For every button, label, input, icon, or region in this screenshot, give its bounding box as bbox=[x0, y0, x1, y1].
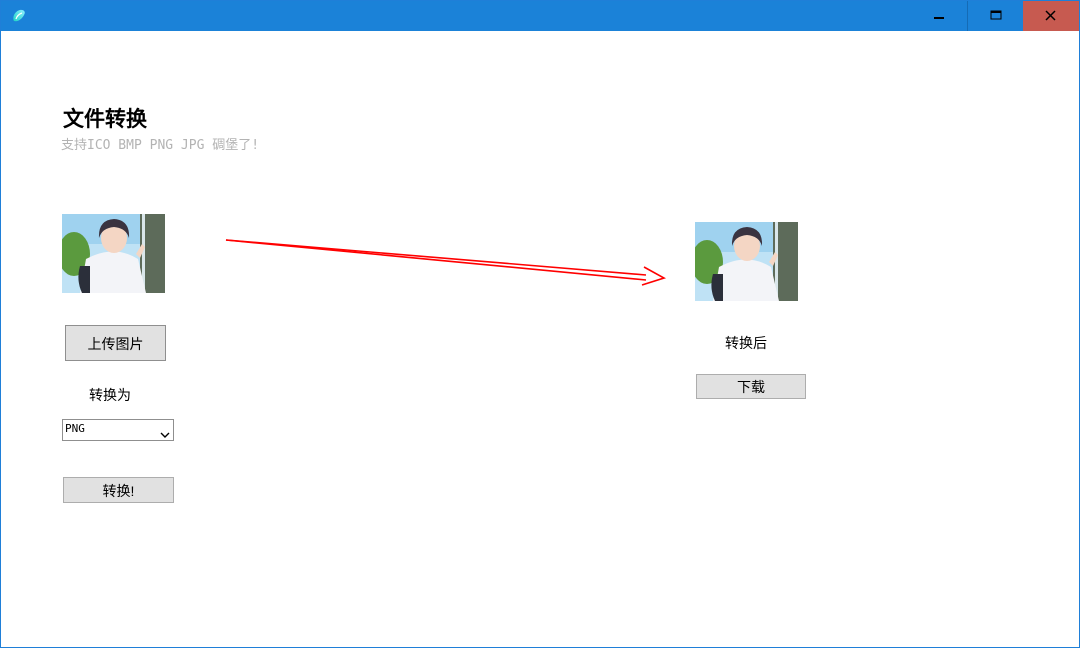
download-button[interactable]: 下载 bbox=[696, 374, 806, 399]
upload-image-button[interactable]: 上传图片 bbox=[65, 325, 166, 361]
app-window: 文件转换 支持ICO BMP PNG JPG 碉堡了! 上传图片 转换为 PNG bbox=[0, 0, 1080, 648]
format-select-value: PNG bbox=[65, 422, 85, 435]
arrow-right-icon bbox=[225, 239, 667, 286]
converted-label: 转换后 bbox=[725, 336, 767, 352]
minimize-button[interactable] bbox=[911, 1, 966, 31]
close-button[interactable] bbox=[1023, 1, 1079, 31]
maximize-icon bbox=[990, 10, 1002, 20]
title-bar[interactable] bbox=[1, 1, 1079, 31]
converted-image-preview bbox=[695, 222, 798, 301]
main-content: 文件转换 支持ICO BMP PNG JPG 碉堡了! 上传图片 转换为 PNG bbox=[1, 31, 1079, 647]
page-subtitle: 支持ICO BMP PNG JPG 碉堡了! bbox=[61, 138, 260, 153]
maximize-button[interactable] bbox=[967, 1, 1023, 31]
chevron-down-icon bbox=[160, 425, 170, 444]
close-icon bbox=[1045, 10, 1056, 21]
convert-to-label: 转换为 bbox=[89, 388, 131, 404]
minimize-icon bbox=[934, 17, 944, 19]
uploaded-image-preview bbox=[62, 214, 165, 293]
page-title: 文件转换 bbox=[63, 106, 147, 131]
convert-button[interactable]: 转换! bbox=[63, 477, 174, 503]
format-select[interactable]: PNG bbox=[62, 419, 174, 441]
app-icon bbox=[11, 8, 27, 24]
